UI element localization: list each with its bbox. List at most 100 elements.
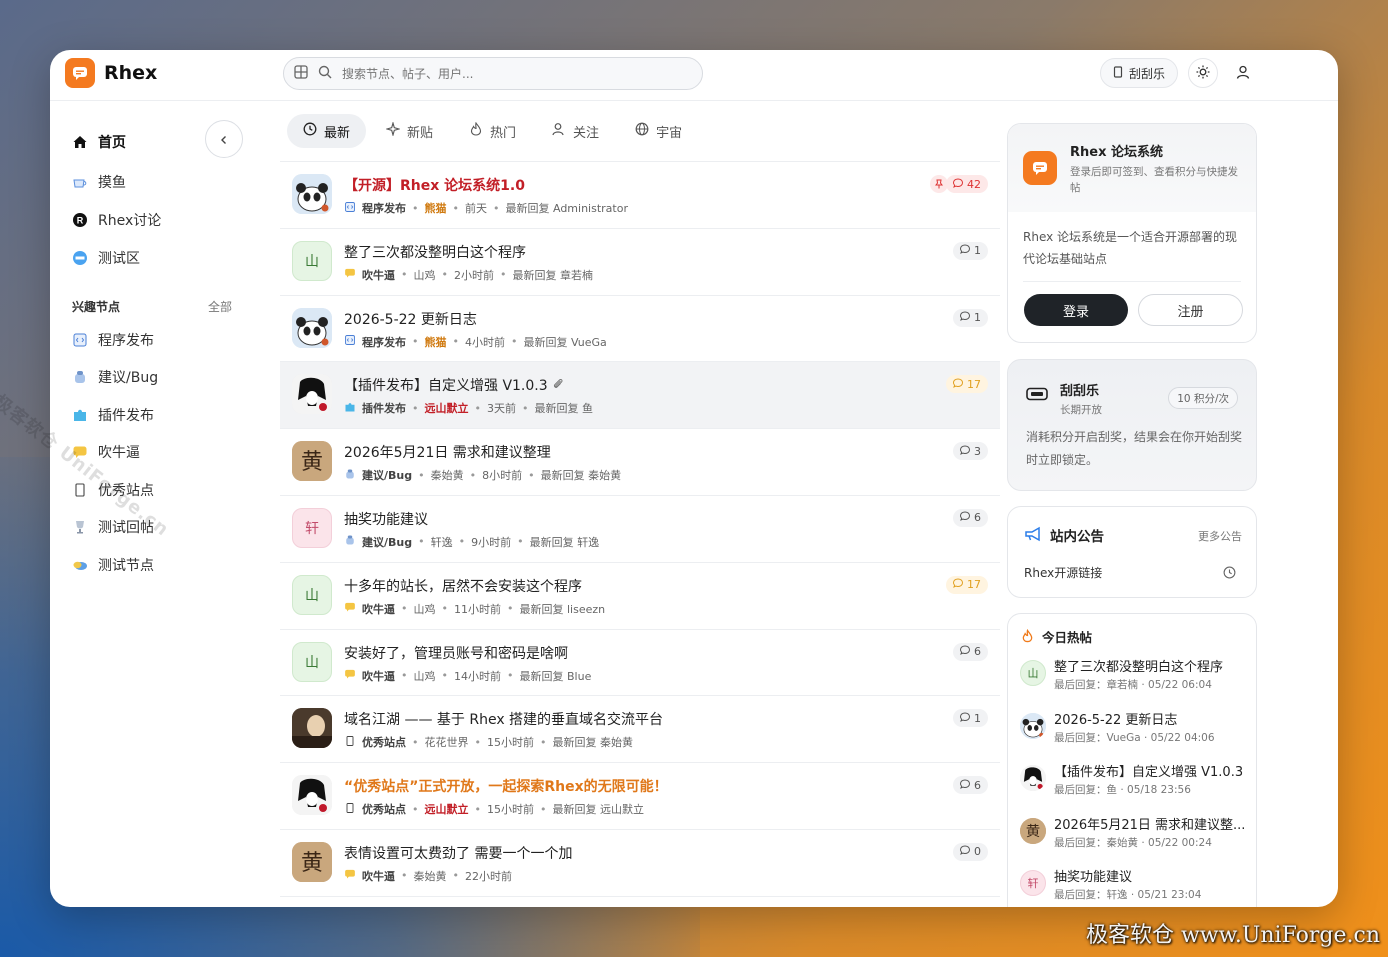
sidebar-node-plugin[interactable]: 插件发布 [72, 405, 154, 425]
text-avatar[interactable]: 山 [292, 240, 332, 281]
post-row[interactable]: 黄 2026年5月21日 需求和建议整理 建议/Bug • 秦始黄 • 8小时前 • 最新回复 … [280, 429, 1000, 496]
post-row[interactable]: 2026-5-22 更新日志 程序发布 • 熊猫 • 4小时前 • 最新回复 VueGa 1 [280, 296, 1000, 363]
hot-post-item[interactable]: 2026-5-22 更新日志 最后回复：VueGa · 05/22 04:06 [1020, 709, 1250, 755]
post-node[interactable]: 优秀站点 [362, 801, 406, 817]
hot-post-title[interactable]: 【插件发布】自定义增强 V1.0.3 [1054, 761, 1250, 780]
tab-latest[interactable]: 最新 [287, 114, 367, 148]
post-node[interactable]: 插件发布 [362, 400, 406, 416]
more-notices-link[interactable]: 更多公告 [1198, 528, 1242, 544]
sidebar-item-test[interactable]: 测试区 [72, 248, 140, 268]
post-title-text[interactable]: 整了三次都没整明白这个程序 [344, 245, 526, 261]
post-node[interactable]: 建议/Bug [362, 467, 412, 483]
sidebar-item-moyu[interactable]: 摸鱼 [72, 172, 126, 192]
sidebar-node-program[interactable]: 程序发布 [72, 330, 154, 350]
post-title[interactable]: 整了三次都没整明白这个程序 [344, 242, 526, 262]
post-row[interactable]: 域名江湖 —— 基于 Rhex 搭建的垂直域名交流平台 优秀站点 • 花花世界 • 15小… [280, 696, 1000, 764]
show-all-link[interactable]: 全部 [208, 298, 232, 315]
post-title[interactable]: “优秀站点”正式开放，一起探索Rhex的无限可能！ [344, 776, 668, 796]
notice-item[interactable]: Rhex开源链接 [1024, 564, 1102, 581]
post-author[interactable]: 山鸡 [414, 668, 436, 684]
post-author[interactable]: 远山默立 [425, 801, 469, 817]
panda-avatar[interactable] [1020, 712, 1046, 739]
sidebar-item-home[interactable]: 首页 [72, 132, 126, 152]
post-title[interactable]: 安装好了，管理员账号和密码是啥啊 [344, 643, 568, 663]
panda-avatar[interactable] [292, 307, 332, 348]
post-row[interactable]: 山整了三次都没整明白这个程序 吹牛逼 • 山鸡 • 2小时前 • 最新回复 章若楠 1 [280, 229, 1000, 296]
post-title-text[interactable]: 十多年的站长，居然不会安装这个程序 [344, 579, 582, 595]
sidebar-item-rhex[interactable]: R Rhex讨论 [72, 210, 161, 230]
post-row[interactable]: 山安装好了，管理员账号和密码是啥啊 吹牛逼 • 山鸡 • 14小时前 • 最新回复 Blue 6 [280, 630, 1000, 697]
scratch-card[interactable]: 刮刮乐 长期开放 10 积分/次 消耗积分开启刮奖，结果会在你开始刮奖时立即锁定… [1007, 359, 1257, 491]
seal-avatar[interactable]: 黄 [292, 441, 332, 482]
text-avatar[interactable]: 山 [292, 574, 332, 615]
register-button[interactable]: 注册 [1138, 294, 1243, 326]
post-title-text[interactable]: “优秀站点”正式开放，一起探索Rhex的无限可能！ [344, 779, 668, 795]
post-title[interactable]: 抽奖功能建议 [344, 509, 428, 529]
hot-post-title[interactable]: 2026-5-22 更新日志 [1054, 709, 1250, 728]
post-node[interactable]: 优秀站点 [362, 734, 406, 750]
post-title[interactable]: 2026年5月21日 需求和建议整理 [344, 442, 551, 462]
text-avatar[interactable]: 轩 [292, 507, 332, 548]
post-row[interactable]: 【开源】Rhex 论坛系统1.0 程序发布 • 熊猫 • 前天 • 最新回复 Administ… [280, 162, 1000, 229]
post-author[interactable]: 熊猫 [425, 200, 447, 216]
tab-universe[interactable]: 宇宙 [619, 114, 698, 148]
post-title-text[interactable]: 【插件发布】自定义增强 V1.0.3 [344, 378, 548, 394]
post-title[interactable]: 域名江湖 —— 基于 Rhex 搭建的垂直域名交流平台 [344, 709, 663, 729]
post-author[interactable]: 熊猫 [425, 334, 447, 350]
post-row[interactable]: 黄 表情设置可太费劲了 需要一个一个加 吹牛逼 • 秦始黄 • 22小时前 0 [280, 830, 1000, 897]
post-author[interactable]: 轩逸 [431, 534, 453, 550]
post-author[interactable]: 秦始黄 [414, 868, 447, 884]
logo-icon[interactable] [65, 58, 95, 88]
post-node[interactable]: 吹牛逼 [362, 668, 395, 684]
post-row[interactable]: 轩抽奖功能建议 建议/Bug • 轩逸 • 9小时前 • 最新回复 轩逸 6 [280, 496, 1000, 563]
post-author[interactable]: 花花世界 [425, 734, 469, 750]
hot-post-item[interactable]: 山整了三次都没整明白这个程序 最后回复：章若楠 · 05/22 06:04 [1020, 656, 1250, 702]
post-author[interactable]: 远山默立 [425, 400, 469, 416]
seal-avatar[interactable]: 黄 [292, 841, 332, 882]
post-title[interactable]: 2026-5-22 更新日志 [344, 309, 477, 329]
post-title[interactable]: 【插件发布】自定义增强 V1.0.3 [344, 375, 564, 395]
post-title[interactable]: 表情设置可太费劲了 需要一个一个加 [344, 843, 572, 863]
post-node[interactable]: 吹牛逼 [362, 601, 395, 617]
post-row[interactable]: 山十多年的站长，居然不会安装这个程序 吹牛逼 • 山鸡 • 11小时前 • 最新回复 lise… [280, 563, 1000, 630]
post-author[interactable]: 山鸡 [414, 601, 436, 617]
search-input[interactable] [342, 66, 642, 81]
text-avatar[interactable]: 山 [292, 641, 332, 682]
hot-post-item[interactable]: 【插件发布】自定义增强 V1.0.3 最后回复：鱼 · 05/18 23:56 [1020, 761, 1250, 807]
post-node[interactable]: 吹牛逼 [362, 267, 395, 283]
post-title[interactable]: 十多年的站长，居然不会安装这个程序 [344, 576, 582, 596]
post-row[interactable]: 【插件发布】自定义增强 V1.0.3 插件发布 • 远山默立 • 3天前 • 最新回复 鱼 1… [280, 362, 1000, 430]
hot-post-item[interactable]: 黄 2026年5月21日 需求和建议整... 最后回复：秦始黄 · 05/22 00… [1020, 814, 1250, 860]
post-node[interactable]: 吹牛逼 [362, 868, 395, 884]
post-row[interactable]: “优秀站点”正式开放，一起探索Rhex的无限可能！ 优秀站点 • 远山默立 • 15小时前… [280, 763, 1000, 830]
hot-post-title[interactable]: 抽奖功能建议 [1054, 866, 1250, 885]
post-title-text[interactable]: 2026-5-22 更新日志 [344, 312, 477, 328]
post-title[interactable]: 【开源】Rhex 论坛系统1.0 [344, 175, 525, 195]
anime-avatar[interactable] [292, 374, 332, 415]
theme-toggle-button[interactable] [1188, 58, 1218, 88]
anime-avatar[interactable] [292, 775, 332, 816]
user-button[interactable] [1228, 58, 1258, 88]
post-title-text[interactable]: 2026年5月21日 需求和建议整理 [344, 445, 551, 461]
grid-icon[interactable] [294, 64, 308, 83]
search-bar[interactable] [283, 57, 703, 90]
text-avatar[interactable]: 山 [1020, 660, 1046, 686]
brand-name[interactable]: Rhex [104, 62, 157, 84]
post-author[interactable]: 秦始黄 [431, 467, 464, 483]
post-author[interactable]: 山鸡 [414, 267, 436, 283]
hot-post-item[interactable]: 轩抽奖功能建议 最后回复：轩逸 · 05/21 23:04 [1020, 866, 1250, 907]
text-avatar[interactable]: 轩 [1020, 870, 1046, 896]
photo-avatar[interactable] [292, 708, 332, 749]
login-button[interactable]: 登录 [1024, 294, 1128, 326]
tab-follow[interactable]: 关注 [536, 114, 615, 148]
panda-avatar[interactable] [292, 174, 332, 214]
tab-new[interactable]: 新贴 [370, 114, 449, 148]
hot-post-title[interactable]: 整了三次都没整明白这个程序 [1054, 656, 1250, 675]
post-title-text[interactable]: 抽奖功能建议 [344, 512, 428, 528]
seal-avatar[interactable]: 黄 [1020, 817, 1046, 844]
sidebar-node-bug[interactable]: 建议/Bug [72, 367, 158, 387]
post-node[interactable]: 程序发布 [362, 200, 406, 216]
post-node[interactable]: 程序发布 [362, 334, 406, 350]
sidebar-node-test-node[interactable]: 测试节点 [72, 555, 154, 575]
post-title-text[interactable]: 安装好了，管理员账号和密码是啥啊 [344, 646, 568, 662]
